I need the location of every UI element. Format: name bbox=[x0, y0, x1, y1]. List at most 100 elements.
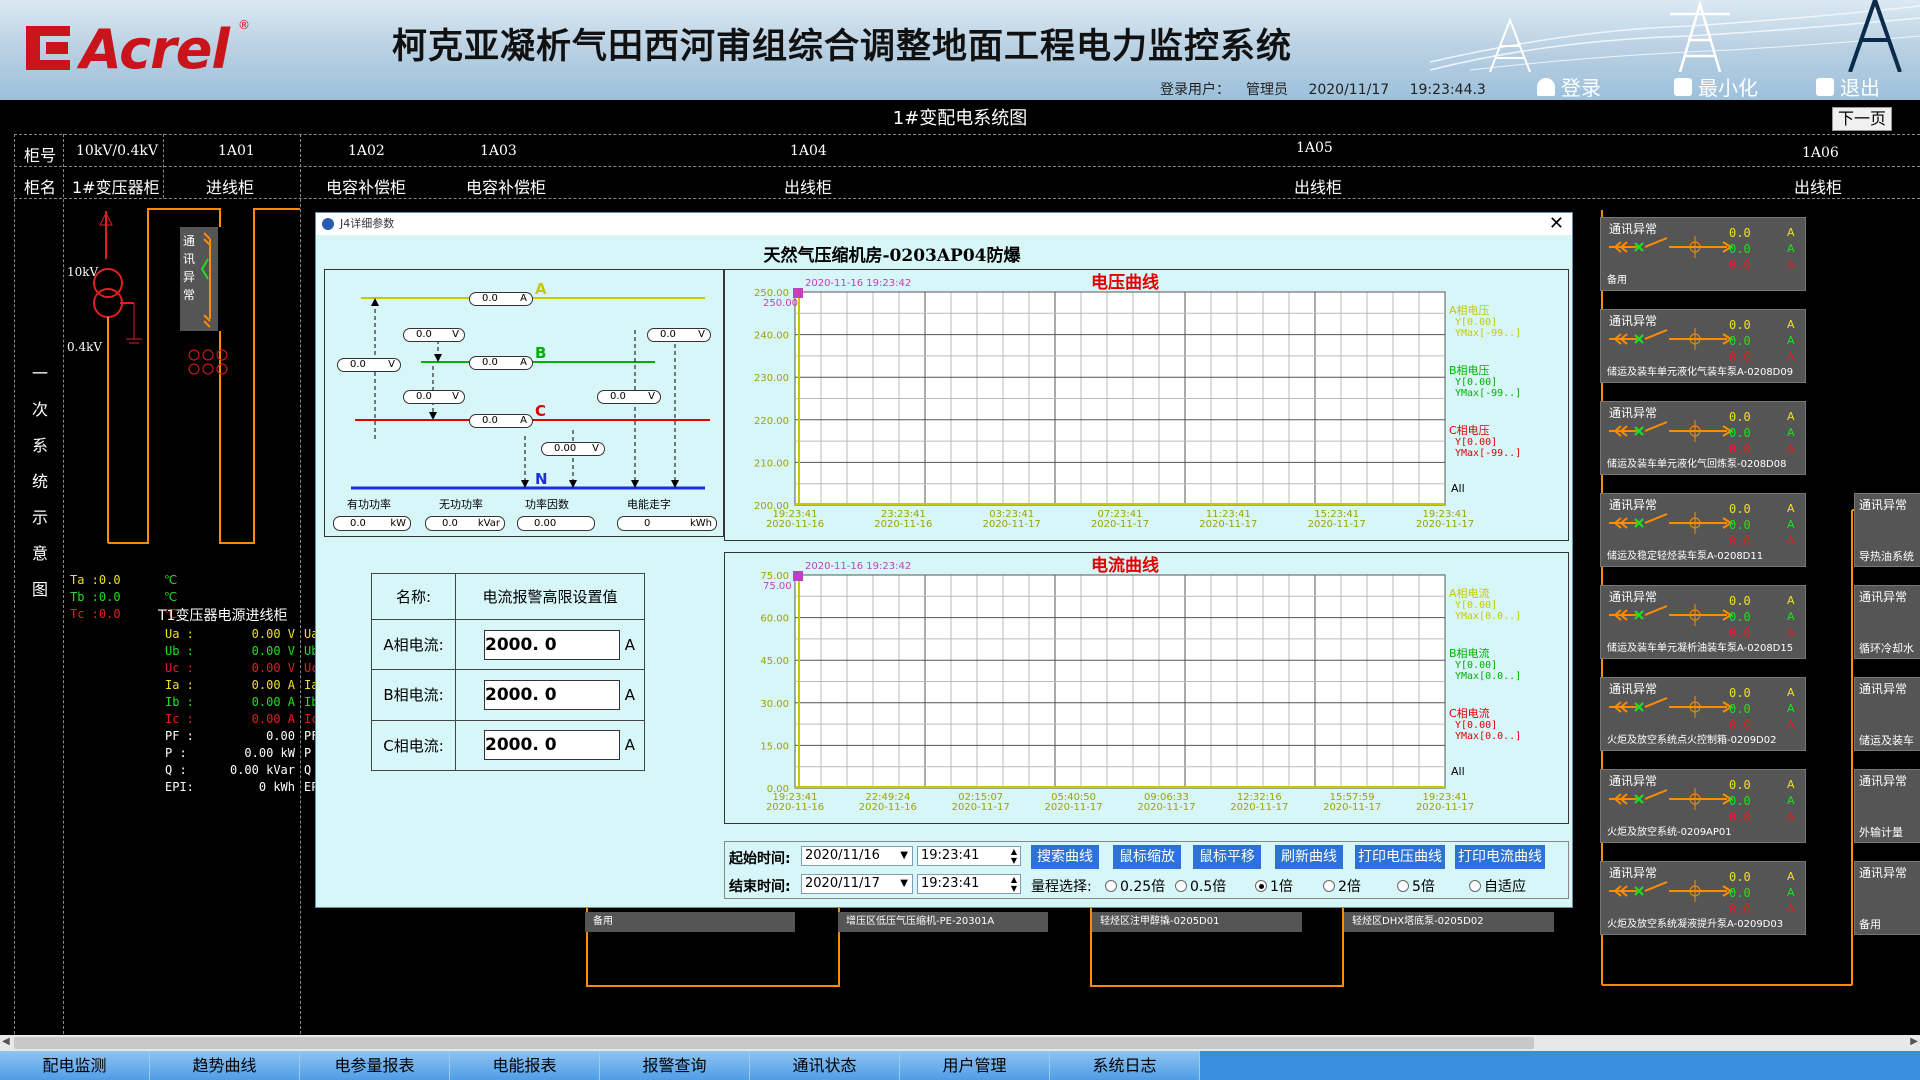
range-radio[interactable]: 自适应 bbox=[1469, 876, 1526, 896]
x-tick-date: 2020-11-16 bbox=[766, 519, 824, 530]
range-radio[interactable]: 2倍 bbox=[1323, 876, 1361, 896]
panel-value: 0.0 bbox=[1729, 626, 1751, 640]
refresh-curve-button[interactable]: 刷新曲线 bbox=[1275, 845, 1343, 869]
legend-ymax: YMax[0.0..] bbox=[1455, 611, 1521, 622]
next-page-button[interactable]: 下一页 bbox=[1832, 107, 1892, 131]
feeder-panel[interactable]: 通讯异常 0.0 A 0.0 A 0.0 A 储运及装车单元液化气回炼泵-0208D08 bbox=[1600, 401, 1806, 475]
tab-2[interactable]: 电参量报表 bbox=[300, 1051, 450, 1080]
reading-pill: 0.0 A bbox=[469, 292, 533, 306]
search-curve-button[interactable]: 搜索曲线 bbox=[1031, 845, 1099, 869]
feeder-panel[interactable]: 通讯异常 0.0 A 0.0 A 0.0 A 备用 bbox=[1600, 217, 1806, 291]
end-date-picker[interactable]: 2020/11/17 ▼ bbox=[801, 874, 913, 894]
feeder-panel[interactable]: 通讯异常 0.0 A 0.0 A 0.0 A 储运及稳定轻烃装车泵A-0208D11 bbox=[1600, 493, 1806, 567]
feeder-panel[interactable]: 通讯异常 导热油系统 bbox=[1854, 493, 1920, 567]
cabinet-no: 1A06 bbox=[1802, 145, 1839, 161]
mouse-pan-button[interactable]: 鼠标平移 bbox=[1193, 845, 1261, 869]
close-icon[interactable]: ✕ bbox=[1549, 214, 1564, 234]
side-label-char: 图 bbox=[31, 580, 48, 599]
divider bbox=[14, 134, 15, 1034]
alarm-row-label: C相电流: bbox=[371, 719, 456, 772]
mouse-zoom-button[interactable]: 鼠标缩放 bbox=[1113, 845, 1181, 869]
panel-name: 导热油系统 bbox=[1859, 550, 1914, 563]
meter-key: Ub : bbox=[165, 644, 194, 658]
meter-key: Ib : bbox=[165, 695, 194, 709]
end-time-spinner[interactable]: 19:23:41 ▲ ▼ bbox=[917, 874, 1021, 894]
active-power-label: 有功功率 bbox=[347, 498, 391, 511]
bottom-panel[interactable]: 轻烃区注甲醇撬-0205D01 bbox=[1092, 912, 1302, 932]
scroll-right-icon[interactable]: ▶ bbox=[1910, 1036, 1918, 1047]
tab-6[interactable]: 用户管理 bbox=[900, 1051, 1050, 1080]
bottom-panel[interactable]: 增压区低压气压缩机-PE-20301A bbox=[838, 912, 1048, 932]
login-button[interactable]: 登录 bbox=[1537, 72, 1601, 101]
minimize-button[interactable]: 最小化 bbox=[1674, 72, 1758, 101]
panel-name: 储运及稳定轻烃装车泵A-0208D11 bbox=[1607, 551, 1764, 562]
panel-value: 0.0 bbox=[1729, 810, 1751, 824]
divider bbox=[163, 134, 164, 198]
legend-entry: B相电压 bbox=[1449, 364, 1490, 377]
alarm-name-label: 名称: bbox=[371, 573, 456, 620]
feeder-panel[interactable]: 通讯异常 循环冷却水 bbox=[1854, 585, 1920, 659]
alarm-c-input[interactable]: 2000. 0 bbox=[484, 730, 620, 761]
reading-pill: 0.0 A bbox=[469, 356, 533, 370]
panel-value: 0.0 bbox=[1729, 534, 1751, 548]
range-radio[interactable]: 1倍 bbox=[1255, 876, 1293, 896]
feeder-panel[interactable]: 通讯异常 0.0 A 0.0 A 0.0 A 储运及装车单元液化气装车泵A-0208D09 bbox=[1600, 309, 1806, 383]
panel-value: 0.0 bbox=[1729, 502, 1751, 516]
tab-1[interactable]: 趋势曲线 bbox=[150, 1051, 300, 1080]
scroll-thumb[interactable] bbox=[14, 1037, 1534, 1049]
feeder-panel[interactable]: 通讯异常 0.0 A 0.0 A 0.0 A 储运及装车单元凝析油装车泵A-0208D15 bbox=[1600, 585, 1806, 659]
panel-name: 火炬及放空系统点火控制箱-0209D02 bbox=[1607, 735, 1777, 746]
panel-value: 0.0 bbox=[1729, 226, 1751, 240]
alarm-a-input[interactable]: 2000. 0 bbox=[484, 629, 620, 660]
feeder-panel[interactable]: 通讯异常 0.0 A 0.0 A 0.0 A 火炬及放空系统凝液提升泵A-0209D03 bbox=[1600, 861, 1806, 935]
legend-all[interactable]: All bbox=[1451, 765, 1465, 778]
radio-icon bbox=[1255, 880, 1267, 892]
meter2-key: Q bbox=[304, 763, 312, 777]
range-radio[interactable]: 5倍 bbox=[1397, 876, 1435, 896]
feeder-panel[interactable]: 通讯异常 0.0 A 0.0 A 0.0 A 火炬及放空系统-0209AP01 bbox=[1600, 769, 1806, 843]
lv-label: 0.4kV bbox=[67, 340, 103, 354]
panel-value: 0.0 bbox=[1729, 686, 1751, 700]
tab-3[interactable]: 电能报表 bbox=[450, 1051, 600, 1080]
tab-4[interactable]: 报警查询 bbox=[600, 1051, 750, 1080]
bottom-panel[interactable]: 备用 bbox=[585, 912, 795, 932]
bottom-panel[interactable]: 轻烃区DHX塔底泵-0205D02 bbox=[1344, 912, 1554, 932]
print-voltage-button[interactable]: 打印电压曲线 bbox=[1355, 845, 1445, 869]
legend-all[interactable]: All bbox=[1451, 482, 1465, 495]
tab-0[interactable]: 配电监测 bbox=[0, 1051, 150, 1080]
alarm-b-input[interactable]: 2000. 0 bbox=[484, 679, 620, 710]
tab-5[interactable]: 通讯状态 bbox=[750, 1051, 900, 1080]
alarm-row-label: B相电流: bbox=[371, 669, 456, 721]
scroll-left-icon[interactable]: ◀ bbox=[2, 1036, 10, 1047]
reactive-power-label: 无功功率 bbox=[439, 498, 483, 511]
feeder-panel[interactable]: 通讯异常 0.0 A 0.0 A 0.0 A 火炬及放空系统点火控制箱-0209D02 bbox=[1600, 677, 1806, 751]
horizontal-scrollbar[interactable]: ◀ ▶ bbox=[0, 1035, 1920, 1051]
feeder-panel[interactable]: 通讯异常 储运及装车 bbox=[1854, 677, 1920, 751]
current-chart[interactable]: 电流曲线 75.00 60.00 45.00 30.00 15.00 0.00 19:23:4… bbox=[724, 552, 1569, 824]
feeder-panel[interactable]: 通讯异常 备用 bbox=[1854, 861, 1920, 935]
curve-controls: 起始时间: 2020/11/16 ▼ 19:23:41 ▲ ▼ 结束时间: 2020/… bbox=[724, 841, 1569, 899]
start-time-spinner[interactable]: 19:23:41 ▲ ▼ bbox=[917, 846, 1021, 866]
range-radio-label: 2倍 bbox=[1338, 879, 1361, 895]
feeder-panel[interactable]: 通讯异常 外输计量 bbox=[1854, 769, 1920, 843]
row-label-name: 柜名 bbox=[24, 178, 57, 197]
range-radio[interactable]: 0.25倍 bbox=[1105, 876, 1165, 896]
tab-7[interactable]: 系统日志 bbox=[1050, 1051, 1200, 1080]
exit-button[interactable]: 退出 bbox=[1816, 72, 1880, 101]
cursor-marker[interactable] bbox=[793, 571, 803, 581]
reading-pill: 0.0 V bbox=[403, 390, 465, 404]
x-tick-date: 2020-11-17 bbox=[952, 802, 1010, 813]
voltage-chart[interactable]: 电压曲线 250.00 240.00 230.00 220.00 210.00 200.00… bbox=[724, 269, 1569, 541]
range-radio[interactable]: 0.5倍 bbox=[1175, 876, 1226, 896]
radio-icon bbox=[1323, 880, 1335, 892]
start-date-picker[interactable]: 2020/11/16 ▼ bbox=[801, 846, 913, 866]
panel-value: 0.0 bbox=[1729, 702, 1751, 716]
x-tick-date: 2020-11-17 bbox=[1045, 802, 1103, 813]
current-chart-svg: 电流曲线75.0060.0045.0030.0015.000.0019:23:4… bbox=[760, 555, 1521, 813]
panel-unit: A bbox=[1787, 718, 1795, 731]
panel-unit: A bbox=[1787, 226, 1795, 239]
cursor-marker[interactable] bbox=[793, 288, 803, 298]
print-current-button[interactable]: 打印电流曲线 bbox=[1455, 845, 1545, 869]
cursor-label: 2020-11-16 19:23:42 bbox=[805, 561, 911, 572]
panel-unit: A bbox=[1787, 778, 1795, 791]
